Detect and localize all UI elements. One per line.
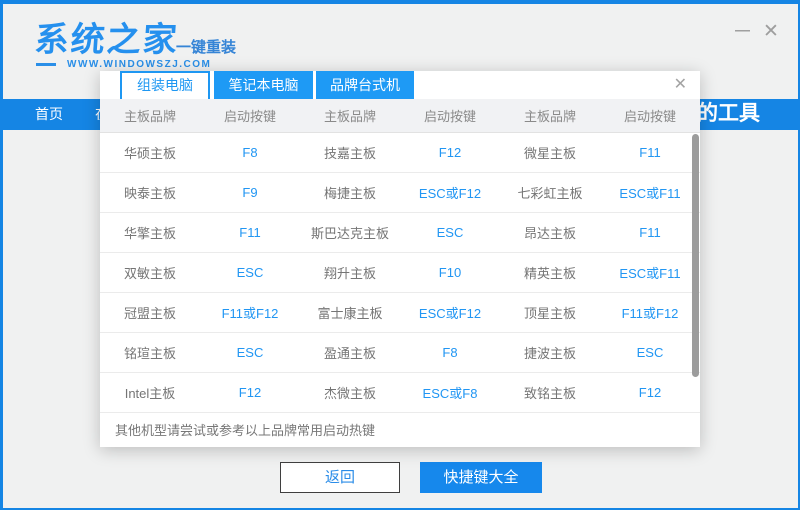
- app-logo: 系统之家: [33, 12, 180, 61]
- minimize-icon[interactable]: —: [735, 22, 750, 39]
- hotkey-cell: F10: [400, 265, 500, 280]
- brand-cell: 捷波主板: [500, 343, 600, 362]
- tab-brand-desktop[interactable]: 品牌台式机: [316, 71, 414, 99]
- brand-cell: 华硕主板: [100, 143, 200, 162]
- hotkey-cell: ESC: [200, 345, 300, 360]
- app-logo-subtitle: 一键重装: [176, 36, 236, 57]
- header-cell: 启动按键: [600, 106, 700, 125]
- brand-cell: 华擎主板: [100, 223, 200, 242]
- hotkey-cell: ESC: [600, 345, 700, 360]
- tab-assembled-pc[interactable]: 组装电脑: [120, 71, 210, 99]
- url-dash-decoration: [36, 63, 56, 66]
- header-cell: 主板品牌: [100, 106, 200, 125]
- hotkey-cell: ESC: [200, 265, 300, 280]
- hotkeys-list-button[interactable]: 快捷键大全: [420, 462, 542, 493]
- table-row: 华硕主板F8技嘉主板F12微星主板F11: [100, 133, 700, 173]
- brand-cell: 技嘉主板: [300, 143, 400, 162]
- table-row: 铭瑄主板ESC盈通主板F8捷波主板ESC: [100, 333, 700, 373]
- brand-cell: 微星主板: [500, 143, 600, 162]
- brand-cell: 双敏主板: [100, 263, 200, 282]
- table-row: 冠盟主板F11或F12富士康主板ESC或F12顶星主板F11或F12: [100, 293, 700, 333]
- hotkey-cell: ESC: [400, 225, 500, 240]
- app-window: 系统之家 一键重装 WWW.WINDOWSZJ.COM — ✕ 首页 在线重装 …: [0, 0, 800, 510]
- hotkey-table-header: 主板品牌启动按键主板品牌启动按键主板品牌启动按键: [100, 99, 700, 133]
- hotkey-cell: ESC或F11: [600, 263, 700, 282]
- brand-cell: 顶星主板: [500, 303, 600, 322]
- brand-cell: 精英主板: [500, 263, 600, 282]
- table-row: 双敏主板ESC翔升主板F10精英主板ESC或F11: [100, 253, 700, 293]
- tab-laptop[interactable]: 笔记本电脑: [214, 71, 313, 99]
- brand-cell: 斯巴达克主板: [300, 223, 400, 242]
- hotkey-cell: ESC或F8: [400, 383, 500, 402]
- hotkey-cell: F12: [200, 385, 300, 400]
- brand-cell: 杰微主板: [300, 383, 400, 402]
- app-url-text: WWW.WINDOWSZJ.COM: [67, 59, 211, 70]
- window-close-icon[interactable]: ✕: [763, 20, 779, 43]
- nav-item-home[interactable]: 首页: [35, 99, 63, 130]
- brand-cell: 冠盟主板: [100, 303, 200, 322]
- table-row: 映泰主板F9梅捷主板ESC或F12七彩虹主板ESC或F11: [100, 173, 700, 213]
- header-cell: 主板品牌: [500, 106, 600, 125]
- brand-cell: 七彩虹主板: [500, 183, 600, 202]
- brand-cell: 盈通主板: [300, 343, 400, 362]
- hotkey-cell: F12: [400, 145, 500, 160]
- hotkey-cell: F11: [600, 145, 700, 160]
- hotkey-cell: F11或F12: [600, 303, 700, 322]
- brand-cell: 铭瑄主板: [100, 343, 200, 362]
- hotkey-cell: F11或F12: [200, 303, 300, 322]
- brand-cell: 富士康主板: [300, 303, 400, 322]
- scrollbar-thumb[interactable]: [692, 134, 699, 377]
- brand-cell: 致铭主板: [500, 383, 600, 402]
- hotkey-table-note: 其他机型请尝试或参考以上品牌常用启动热键: [100, 413, 700, 446]
- boot-hotkey-dialog: 组装电脑 笔记本电脑 品牌台式机 ✕ 主板品牌启动按键主板品牌启动按键主板品牌启…: [100, 71, 700, 447]
- back-button[interactable]: 返回: [280, 462, 400, 493]
- app-url-line: WWW.WINDOWSZJ.COM: [36, 59, 211, 70]
- brand-cell: 映泰主板: [100, 183, 200, 202]
- hotkey-cell: ESC或F11: [600, 183, 700, 202]
- hotkey-cell: F11: [600, 225, 700, 240]
- header-cell: 主板品牌: [300, 106, 400, 125]
- header-cell: 启动按键: [400, 106, 500, 125]
- brand-cell: Intel主板: [100, 383, 200, 402]
- hotkey-cell: F12: [600, 385, 700, 400]
- hotkey-cell: F8: [200, 145, 300, 160]
- hotkey-table-body: 华硕主板F8技嘉主板F12微星主板F11映泰主板F9梅捷主板ESC或F12七彩虹…: [100, 133, 700, 413]
- nav-slogan-fragment: 的工具: [697, 99, 760, 130]
- hotkey-cell: ESC或F12: [400, 303, 500, 322]
- dialog-close-icon[interactable]: ✕: [674, 75, 687, 95]
- hotkey-cell: F11: [200, 225, 300, 240]
- hotkey-cell: F9: [200, 185, 300, 200]
- brand-cell: 翔升主板: [300, 263, 400, 282]
- hotkey-cell: ESC或F12: [400, 183, 500, 202]
- header-cell: 启动按键: [200, 106, 300, 125]
- brand-cell: 昂达主板: [500, 223, 600, 242]
- brand-cell: 梅捷主板: [300, 183, 400, 202]
- table-row: Intel主板F12杰微主板ESC或F8致铭主板F12: [100, 373, 700, 413]
- dialog-tabstrip: 组装电脑 笔记本电脑 品牌台式机 ✕: [100, 71, 700, 99]
- hotkey-cell: F8: [400, 345, 500, 360]
- table-row: 华擎主板F11斯巴达克主板ESC昂达主板F11: [100, 213, 700, 253]
